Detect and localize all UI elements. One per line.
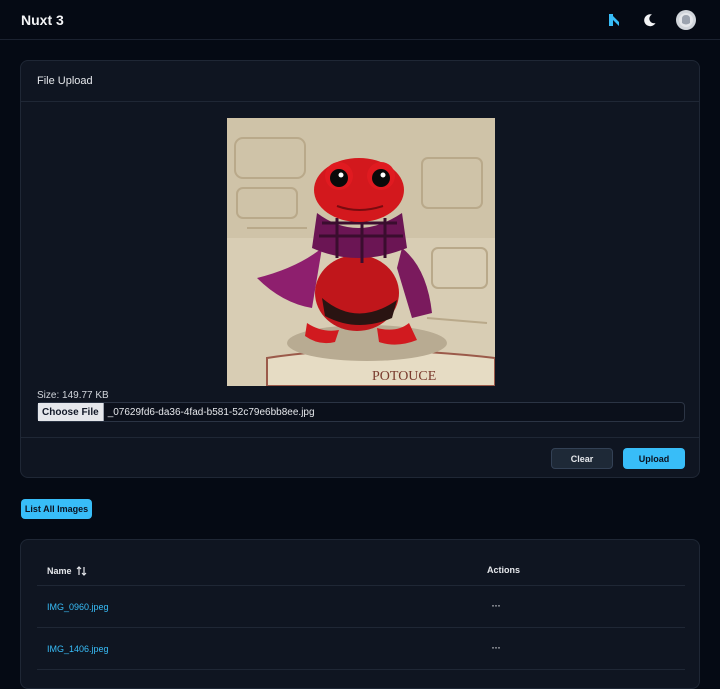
- header-icons: [604, 10, 696, 30]
- choose-file-button[interactable]: Choose File: [38, 403, 104, 421]
- column-header-name[interactable]: Name: [47, 565, 88, 577]
- top-navbar: Nuxt 3: [0, 0, 720, 40]
- row-divider: [37, 669, 685, 670]
- column-header-name-label: Name: [47, 566, 72, 576]
- nuxt-icon[interactable]: [604, 10, 624, 30]
- moon-icon[interactable]: [640, 10, 660, 30]
- row-actions-menu[interactable]: ···: [491, 598, 501, 612]
- file-size-text: Size: 149.77 KB: [37, 390, 109, 401]
- github-avatar-icon[interactable]: [676, 10, 696, 30]
- row-actions-menu[interactable]: ···: [491, 640, 501, 654]
- selected-file-name: _07629fd6-da36-4fad-b581-52c79e6bb8ee.jp…: [107, 406, 315, 418]
- frog-illustration: POTOUCE: [227, 118, 495, 386]
- column-header-actions: Actions: [487, 565, 521, 575]
- row-divider: [37, 627, 685, 628]
- file-input[interactable]: Choose File _07629fd6-da36-4fad-b581-52c…: [37, 402, 685, 422]
- upload-card-footer: Clear Upload: [21, 437, 699, 478]
- list-all-images-button[interactable]: List All Images: [21, 499, 92, 519]
- card-title: File Upload: [21, 61, 699, 102]
- sort-icon[interactable]: [76, 565, 88, 577]
- images-table-card: Name Actions IMG_0960.jpeg ··· IMG_1406.…: [20, 539, 700, 689]
- header-divider: [37, 585, 685, 586]
- svg-text:POTOUCE: POTOUCE: [372, 369, 436, 384]
- upload-button[interactable]: Upload: [623, 448, 685, 469]
- image-link[interactable]: IMG_0960.jpeg: [47, 602, 109, 612]
- brand-title[interactable]: Nuxt 3: [21, 12, 64, 28]
- image-preview: POTOUCE: [227, 118, 495, 386]
- file-upload-card: File Upload POTOUCE Size: 149.77 KB Choo…: [20, 60, 700, 478]
- clear-button[interactable]: Clear: [551, 448, 613, 469]
- image-link[interactable]: IMG_1406.jpeg: [47, 644, 109, 654]
